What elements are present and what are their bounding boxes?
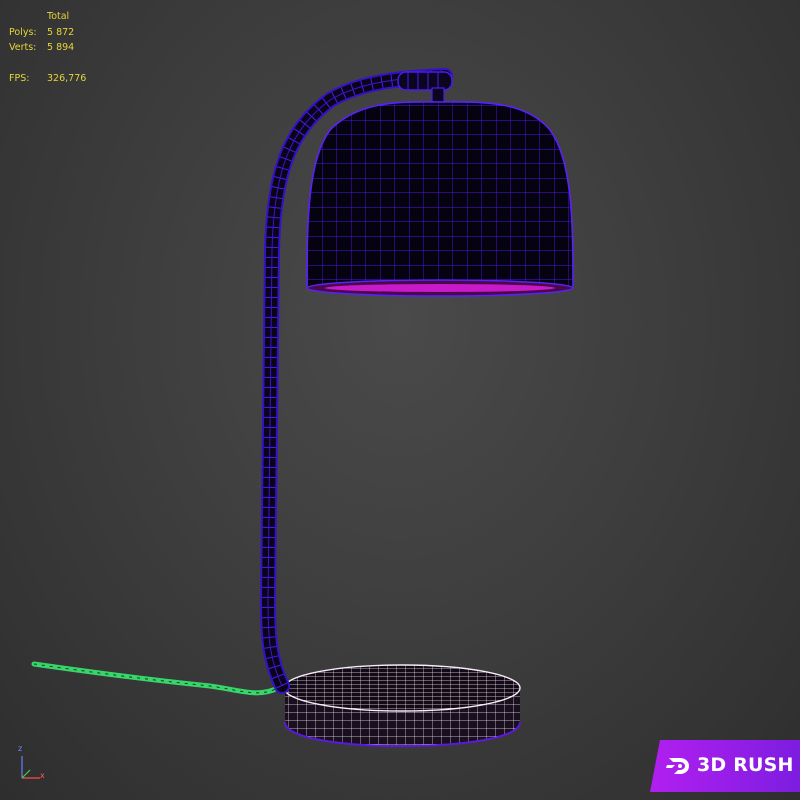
power-cord[interactable] xyxy=(31,661,281,696)
rush-logo-icon xyxy=(666,758,689,774)
watermark-text: 3D RUSH xyxy=(697,754,794,776)
axis-x-label: x xyxy=(40,771,45,780)
viewport[interactable]: Total Polys: 5 872 Verts: 5 894 FPS: 326… xyxy=(0,0,800,800)
lamp-shade[interactable] xyxy=(300,95,580,297)
axis-z-label: z xyxy=(18,744,23,753)
lamp-base[interactable] xyxy=(283,664,521,748)
axis-gizmo: z x xyxy=(14,744,48,784)
lamp-wireframe-model[interactable] xyxy=(0,0,800,800)
watermark-badge: 3D RUSH xyxy=(650,740,800,792)
